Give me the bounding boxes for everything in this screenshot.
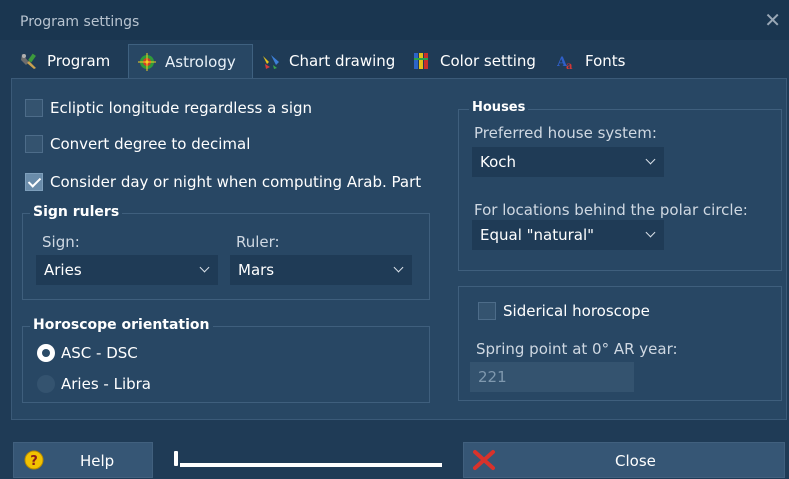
tab-color-setting-label: Color setting (440, 52, 536, 70)
tab-program-label: Program (47, 52, 111, 70)
preferred-house-label: Preferred house system: (474, 124, 657, 142)
polar-house-select[interactable]: Equal "natural" (472, 220, 664, 250)
footer-bar: ? Help Close (0, 432, 789, 479)
houses-title: Houses (469, 100, 529, 115)
tab-chart-drawing[interactable]: Chart drawing (253, 46, 404, 76)
polar-circle-label: For locations behind the polar circle: (474, 201, 748, 219)
convert-degree-label: Convert degree to decimal (50, 135, 251, 153)
aries-libra-label: Aries - Libra (61, 375, 151, 393)
astrology-icon (137, 52, 157, 71)
chevron-down-icon (645, 154, 656, 165)
spring-point-label: Spring point at 0° AR year: (476, 340, 678, 358)
siderical-label: Siderical horoscope (503, 302, 650, 320)
close-window-icon[interactable]: ✕ (764, 10, 781, 30)
window-title: Program settings (20, 14, 140, 30)
ruler-select[interactable]: Mars (230, 255, 412, 285)
close-label: Close (615, 452, 656, 470)
help-label: Help (80, 452, 115, 470)
sign-select[interactable]: Aries (36, 255, 218, 285)
day-night-checkbox-row[interactable]: Consider day or night when computing Ara… (25, 173, 421, 191)
polar-house-value: Equal "natural" (480, 226, 595, 244)
convert-degree-checkbox[interactable] (25, 135, 43, 153)
chevron-down-icon (645, 227, 656, 238)
help-icon: ? (24, 450, 44, 474)
tab-chart-drawing-label: Chart drawing (289, 52, 396, 70)
day-night-label: Consider day or night when computing Ara… (50, 173, 422, 191)
svg-text:a: a (566, 61, 573, 70)
aries-libra-radio[interactable] (37, 375, 55, 393)
chevron-down-icon (393, 262, 404, 273)
ecliptic-checkbox-row[interactable]: Ecliptic longitude regardless a sign (25, 99, 312, 117)
siderical-checkbox[interactable] (478, 302, 496, 320)
day-night-checkbox[interactable] (25, 173, 43, 191)
convert-degree-checkbox-row[interactable]: Convert degree to decimal (25, 135, 250, 153)
close-icon (472, 449, 496, 475)
asc-dsc-radio[interactable] (37, 344, 55, 362)
spring-point-input[interactable]: 221 (470, 362, 634, 392)
orientation-aries-libra-option[interactable]: Aries - Libra (37, 375, 151, 393)
house-system-value: Koch (480, 153, 517, 171)
help-button[interactable]: ? Help (13, 442, 153, 478)
ruler-select-value: Mars (238, 261, 275, 279)
tab-fonts[interactable]: A a Fonts (549, 46, 649, 76)
svg-text:?: ? (30, 454, 38, 469)
sign-rulers-title: Sign rulers (30, 204, 123, 220)
ecliptic-checkbox[interactable] (25, 99, 43, 117)
program-icon (19, 52, 39, 70)
tab-program[interactable]: Program (11, 46, 128, 76)
close-button[interactable]: Close (463, 442, 785, 478)
sign-label: Sign: (42, 233, 80, 251)
fonts-icon: A a (556, 52, 577, 72)
tab-astrology-label: Astrology (165, 52, 236, 71)
tab-fonts-label: Fonts (585, 52, 626, 70)
slider-track (180, 463, 442, 467)
siderical-checkbox-row[interactable]: Siderical horoscope (478, 302, 650, 320)
ruler-label: Ruler: (236, 233, 280, 251)
progress-slider[interactable] (172, 448, 444, 472)
sign-select-value: Aries (44, 261, 82, 279)
slider-handle[interactable] (174, 451, 178, 466)
tab-color-setting[interactable]: Color setting (404, 46, 549, 76)
asc-dsc-label: ASC - DSC (61, 344, 138, 362)
tab-bar: Program Astrology Chart drawing Color se… (11, 44, 787, 78)
orientation-asc-dsc-option[interactable]: ASC - DSC (37, 344, 138, 362)
tab-astrology[interactable]: Astrology (128, 44, 253, 78)
color-setting-icon (412, 52, 432, 70)
orientation-title: Horoscope orientation (30, 317, 213, 333)
chevron-down-icon (199, 262, 210, 273)
house-system-select[interactable]: Koch (472, 147, 664, 177)
chart-drawing-icon (261, 52, 281, 70)
title-bar: Program settings ✕ (0, 0, 789, 40)
ecliptic-label: Ecliptic longitude regardless a sign (50, 99, 313, 117)
